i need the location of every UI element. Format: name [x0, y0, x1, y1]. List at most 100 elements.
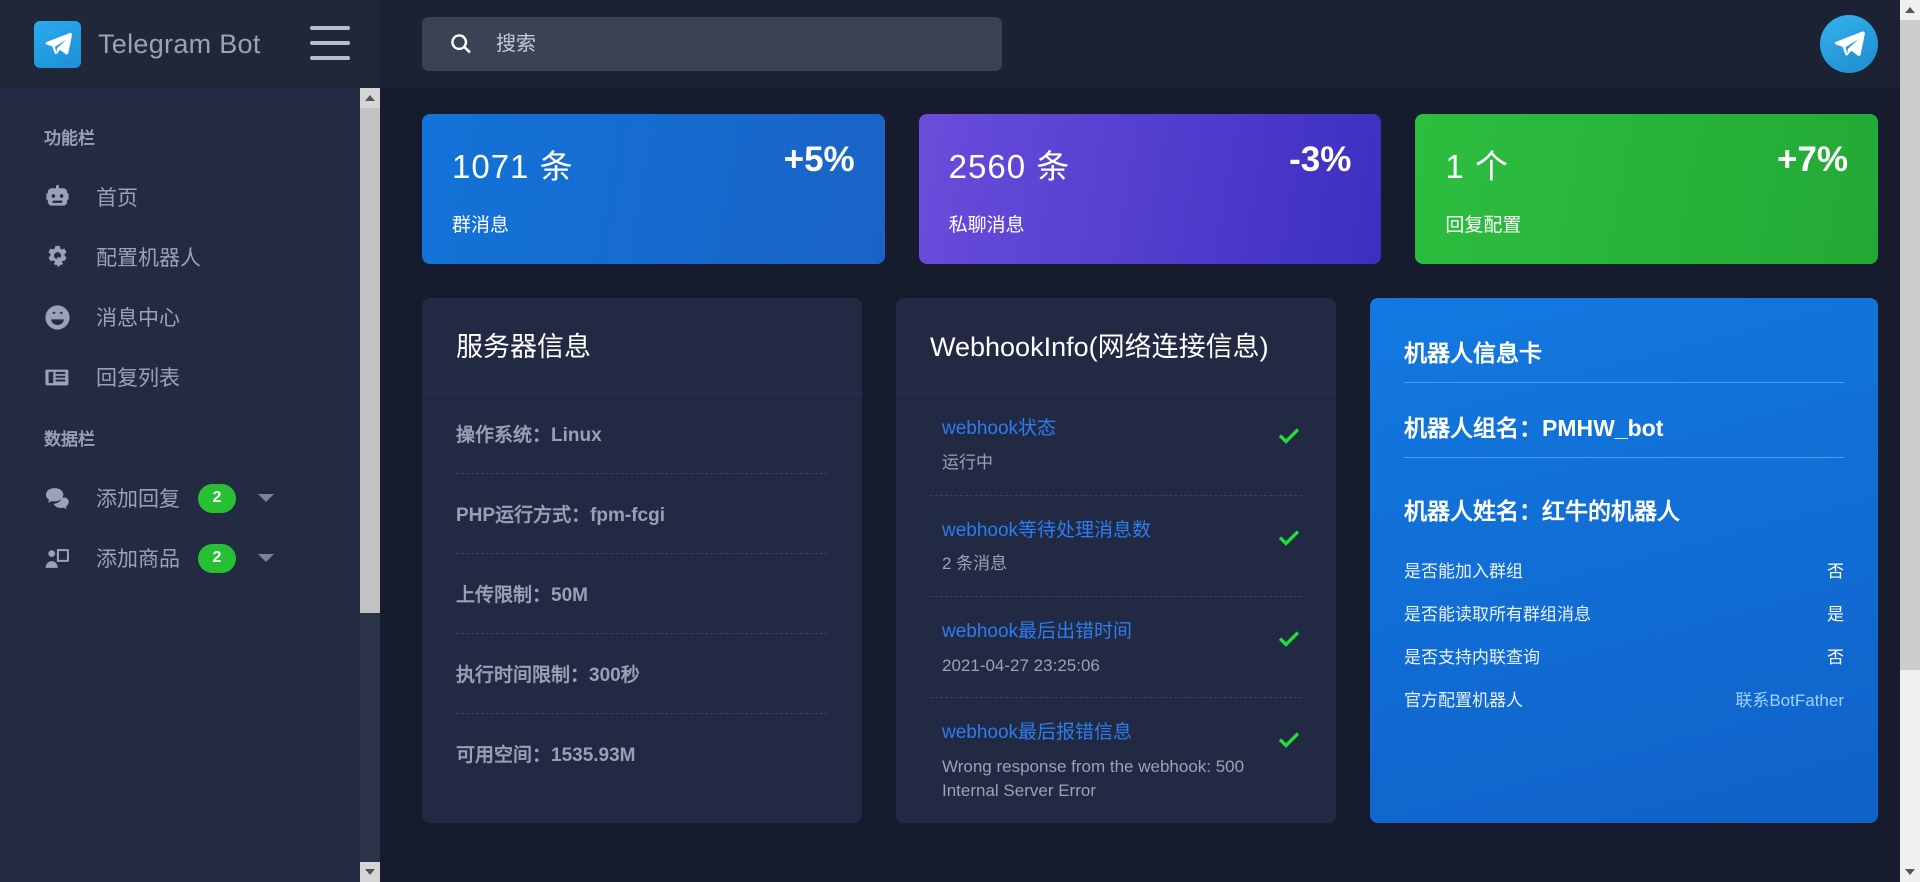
- sidebar-item-label: 消息中心: [96, 307, 180, 330]
- panel-title: WebhookInfo(网络连接信息): [896, 298, 1336, 395]
- search-icon: [448, 31, 474, 57]
- avatar[interactable]: [1820, 15, 1878, 73]
- sidebar-badge: 2: [198, 543, 236, 573]
- green-check-icon: [1276, 627, 1302, 653]
- webhook-value: 2021-04-27 23:25:06: [942, 655, 1100, 675]
- webhook-row-text: webhook最后出错时间 2021-04-27 23:25:06: [942, 619, 1276, 677]
- scroll-down-arrow-icon[interactable]: [360, 862, 380, 882]
- webhook-row-text: webhook最后报错信息 Wrong response from the we…: [942, 720, 1276, 802]
- stat-card-reply-config[interactable]: 1 个 +7% 回复配置: [1415, 114, 1879, 264]
- scroll-up-arrow-icon[interactable]: [360, 88, 380, 108]
- bot-attr-key: 是否支持内联查询: [1404, 648, 1540, 667]
- bot-attr-value: 否: [1827, 562, 1844, 581]
- sidebar-item-reply-list[interactable]: 回复列表: [0, 347, 380, 407]
- sidebar-item-label: 添加商品: [96, 548, 180, 571]
- hamburger-menu-icon[interactable]: [310, 26, 350, 60]
- hamburger-bar: [310, 26, 350, 30]
- sidebar-scrollbar[interactable]: [360, 88, 380, 882]
- webhook-row: webhook最后报错信息 Wrong response from the we…: [930, 698, 1302, 822]
- stat-card-row: 1071 条 +5% 群消息 2560 条 -3% 私聊消息 1 个 +7% 回…: [422, 114, 1879, 264]
- page-scroll-thumb[interactable]: [1900, 20, 1920, 670]
- bot-group-name: 机器人组名：PMHW_bot: [1404, 383, 1844, 458]
- stat-card-group-messages[interactable]: 1071 条 +5% 群消息: [422, 114, 885, 264]
- stat-value: 1 个: [1445, 148, 1509, 185]
- sidebar-item-add-product[interactable]: 添加商品 2: [0, 528, 380, 588]
- stat-percent: +7%: [1776, 140, 1849, 179]
- search-input[interactable]: [496, 32, 1002, 56]
- panel-title: 服务器信息: [422, 298, 862, 395]
- webhook-value: Wrong response from the webhook: 500 Int…: [942, 757, 1245, 800]
- webhook-value: 运行中: [942, 452, 993, 472]
- webhook-row: webhook等待处理消息数 2 条消息: [930, 496, 1302, 598]
- chevron-down-icon[interactable]: [258, 494, 274, 502]
- contact-botfather-link[interactable]: 联系BotFather: [1735, 686, 1844, 711]
- sidebar-item-configure-bot[interactable]: 配置机器人: [0, 227, 380, 287]
- bot-attr-key: 官方配置机器人: [1404, 691, 1523, 710]
- stat-value: 2560 条: [948, 148, 1071, 185]
- panel-row: 服务器信息 操作系统：Linux PHP运行方式：fpm-fcgi 上传限制：5…: [422, 298, 1878, 823]
- telegram-paper-plane-icon: [34, 20, 81, 68]
- page-scrollbar[interactable]: [1900, 0, 1920, 882]
- scroll-down-arrow-icon[interactable]: [1900, 862, 1920, 882]
- webhook-key[interactable]: webhook等待处理消息数: [942, 518, 1260, 544]
- top-bar: [380, 0, 1920, 88]
- bot-attr-key: 是否能加入群组: [1404, 562, 1523, 581]
- stat-label: 回复配置: [1445, 215, 1522, 236]
- server-info-list: 操作系统：Linux PHP运行方式：fpm-fcgi 上传限制：50M 执行时…: [422, 394, 862, 793]
- webhook-key[interactable]: webhook最后出错时间: [942, 619, 1260, 645]
- chat-bubbles-icon: [40, 481, 74, 515]
- bot-display-name: 机器人姓名：红牛的机器人: [1404, 498, 1680, 524]
- green-check-icon: [1276, 526, 1302, 552]
- bot-attr-row: 官方配置机器人 联系BotFather: [1404, 677, 1844, 720]
- sidebar-item-label: 配置机器人: [96, 247, 201, 270]
- gears-icon: [40, 240, 74, 274]
- bot-attr-row: 是否支持内联查询 否: [1404, 634, 1844, 677]
- scroll-up-arrow-icon[interactable]: [1900, 0, 1920, 20]
- stat-percent: +5%: [783, 140, 855, 179]
- webhook-key[interactable]: webhook最后报错信息: [942, 720, 1260, 746]
- chevron-down-icon[interactable]: [258, 554, 274, 562]
- telegram-paper-plane-icon: [1835, 31, 1865, 56]
- sidebar-item-label: 回复列表: [96, 367, 180, 390]
- stat-card-top: 2560 条 -3%: [949, 140, 1352, 188]
- sidebar-item-home[interactable]: 首页: [0, 167, 380, 227]
- green-check-icon: [1276, 728, 1302, 754]
- robot-icon: [40, 180, 74, 214]
- dashboard-content: 1071 条 +5% 群消息 2560 条 -3% 私聊消息 1 个 +7% 回…: [380, 88, 1920, 882]
- webhook-key[interactable]: webhook状态: [942, 416, 1260, 442]
- hamburger-bar: [310, 41, 350, 45]
- bot-card-title: 机器人信息卡: [1404, 334, 1844, 383]
- sidebar-badge: 2: [198, 483, 236, 513]
- server-info-row: PHP运行方式：fpm-fcgi: [456, 474, 828, 555]
- stat-card-private-messages[interactable]: 2560 条 -3% 私聊消息: [918, 114, 1382, 264]
- webhook-row: webhook状态 运行中: [930, 394, 1302, 496]
- brand-title: Telegram Bot: [98, 28, 261, 59]
- newspaper-icon: [40, 360, 74, 394]
- sidebar-section-functions: 功能栏: [44, 129, 95, 148]
- sidebar-item-add-reply[interactable]: 添加回复 2: [0, 468, 380, 528]
- bot-attr-value: 否: [1827, 648, 1844, 667]
- server-info-row: 上传限制：50M: [456, 554, 828, 635]
- sidebar-item-message-center[interactable]: 消息中心: [0, 287, 380, 347]
- stat-card-top: 1071 条 +5%: [452, 140, 855, 188]
- webhook-info-panel: WebhookInfo(网络连接信息) webhook状态 运行中 webhoo…: [896, 298, 1336, 823]
- stat-percent: -3%: [1289, 140, 1352, 179]
- page-scroll-track[interactable]: [1900, 20, 1920, 862]
- bot-info-card: 机器人信息卡 机器人组名：PMHW_bot 机器人姓名：红牛的机器人 是否能加入…: [1370, 298, 1878, 823]
- server-info-panel: 服务器信息 操作系统：Linux PHP运行方式：fpm-fcgi 上传限制：5…: [422, 298, 862, 823]
- bot-attr-value: 是: [1827, 605, 1844, 624]
- smiley-face-icon: [40, 300, 74, 334]
- stat-card-top: 1 个 +7%: [1445, 140, 1848, 188]
- hamburger-bar: [310, 56, 350, 60]
- search-box[interactable]: [422, 17, 1002, 71]
- webhook-row-text: webhook等待处理消息数 2 条消息: [942, 518, 1276, 576]
- bot-attr-key: 是否能读取所有群组消息: [1404, 605, 1591, 624]
- sidebar-scroll-thumb[interactable]: [360, 108, 380, 613]
- webhook-row-text: webhook状态 运行中: [942, 416, 1276, 474]
- sidebar-scroll-track[interactable]: [360, 108, 380, 862]
- sidebar-item-label: 添加回复: [96, 488, 180, 511]
- stat-value: 1071 条: [452, 148, 574, 185]
- sidebar-section-data: 数据栏: [44, 430, 95, 449]
- webhook-value: 2 条消息: [942, 554, 1008, 574]
- green-check-icon: [1276, 424, 1302, 450]
